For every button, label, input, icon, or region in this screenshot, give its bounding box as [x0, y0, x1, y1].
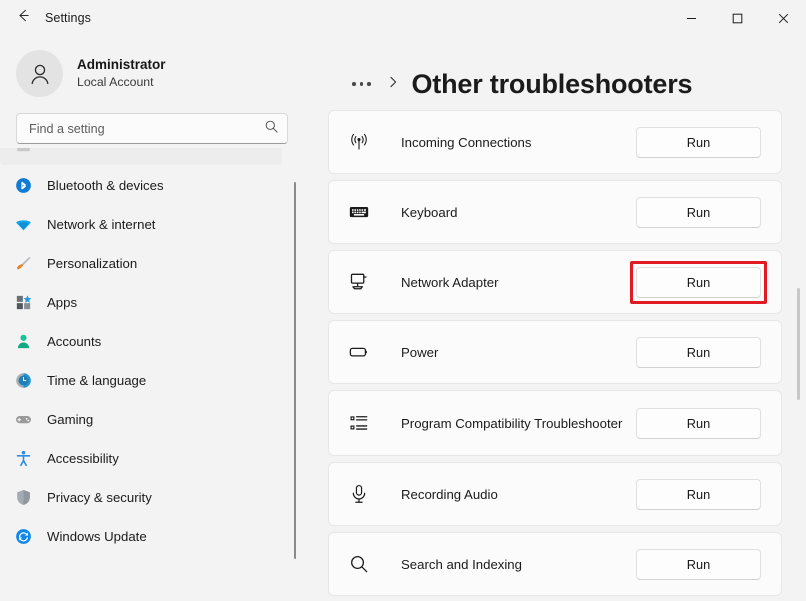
gamepad-icon — [14, 410, 33, 429]
sidebar-item-partial[interactable] — [0, 148, 282, 165]
sidebar-item-network-internet[interactable]: Network & internet — [0, 205, 282, 243]
troubleshooter-label: Program Compatibility Troubleshooter — [401, 415, 623, 431]
breadcrumb: Other troubleshooters — [304, 36, 806, 110]
sidebar-item-time-language[interactable]: Time & language — [0, 361, 282, 399]
sidebar-item-label: Accounts — [47, 333, 102, 349]
account-name: Administrator — [77, 57, 166, 72]
close-button[interactable] — [760, 0, 806, 36]
back-button[interactable] — [6, 3, 40, 33]
troubleshooter-card: Recording Audio Run — [328, 462, 782, 526]
troubleshooter-card: Power Run — [328, 320, 782, 384]
sidebar-item-accessibility[interactable]: Accessibility — [0, 439, 282, 477]
troubleshooter-label: Keyboard — [401, 204, 458, 220]
settings-window: Settings Administrator Local Account Fin… — [0, 0, 806, 601]
sidebar-item-label: Gaming — [47, 411, 94, 427]
clock-icon — [14, 371, 33, 390]
battery-icon — [347, 340, 371, 364]
magnifier-icon — [347, 552, 371, 576]
apps-icon — [14, 293, 33, 312]
search-input[interactable] — [29, 121, 264, 136]
shield-icon — [14, 488, 33, 507]
sidebar-item-label: Windows Update — [47, 528, 147, 544]
window-title: Settings — [45, 11, 91, 25]
sidebar-scrollbar[interactable] — [294, 148, 296, 601]
title-bar: Settings — [0, 0, 806, 36]
maximize-icon — [732, 13, 742, 23]
update-refresh-icon — [14, 527, 33, 546]
person-avatar-icon — [31, 64, 48, 84]
list-bullets-icon — [347, 411, 371, 435]
microphone-icon — [347, 482, 371, 506]
paintbrush-icon — [14, 254, 33, 273]
sidebar-item-bluetooth-devices[interactable]: Bluetooth & devices — [0, 166, 282, 204]
avatar — [16, 50, 63, 97]
highlighted-run-button-wrapper: Run — [630, 260, 767, 304]
window-body: Administrator Local Account Bluetooth & … — [0, 36, 806, 601]
minimize-button[interactable] — [668, 0, 714, 36]
sidebar: Administrator Local Account Bluetooth & … — [0, 36, 304, 601]
network-adapter-monitor-icon — [347, 270, 371, 294]
dot-icon — [352, 82, 356, 86]
run-button[interactable]: Run — [636, 126, 761, 158]
run-button[interactable]: Run — [636, 548, 761, 580]
main-content: Other troubleshooters Incoming Connectio… — [304, 36, 806, 601]
content-scrollbar-thumb[interactable] — [797, 288, 800, 400]
sidebar-item-personalization[interactable]: Personalization — [0, 244, 282, 282]
troubleshooter-card: Search and Indexing Run — [328, 532, 782, 596]
sidebar-item-gaming[interactable]: Gaming — [0, 400, 282, 438]
troubleshooter-card: Keyboard Run — [328, 180, 782, 244]
troubleshooter-scroll-area[interactable]: Incoming Connections Run Keyboard Run Networ… — [304, 110, 806, 601]
chevron-right-icon — [388, 75, 399, 94]
account-summary[interactable]: Administrator Local Account — [0, 36, 304, 109]
dot-icon — [359, 82, 363, 86]
troubleshooter-label: Power — [401, 344, 439, 360]
sidebar-item-label: Time & language — [47, 372, 147, 388]
back-arrow-icon — [16, 8, 31, 28]
troubleshooter-label: Recording Audio — [401, 486, 498, 502]
sidebar-item-label: Privacy & security — [47, 489, 152, 505]
troubleshooter-card: Program Compatibility Troubleshooter Run — [328, 390, 782, 456]
breadcrumb-overflow-button[interactable] — [348, 78, 375, 90]
search-icon — [264, 119, 279, 139]
sidebar-scrollbar-thumb[interactable] — [294, 182, 296, 559]
sidebar-item-apps[interactable]: Apps — [0, 283, 282, 321]
troubleshooter-label: Search and Indexing — [401, 556, 522, 572]
troubleshooter-label: Network Adapter — [401, 274, 499, 290]
sidebar-item-windows-update[interactable]: Windows Update — [0, 517, 282, 555]
sidebar-item-label: Accessibility — [47, 450, 119, 466]
partial-item-icon — [14, 148, 33, 156]
accounts-person-icon — [14, 332, 33, 351]
minimize-icon — [686, 17, 696, 19]
page-title: Other troubleshooters — [411, 69, 693, 99]
troubleshooter-card: Network Adapter Run — [328, 250, 782, 314]
keyboard-icon — [347, 200, 371, 224]
wifi-icon — [14, 215, 33, 234]
content-scrollbar[interactable] — [797, 110, 800, 601]
troubleshooter-card: Incoming Connections Run — [328, 110, 782, 174]
maximize-button[interactable] — [714, 0, 760, 36]
sidebar-item-label: Personalization — [47, 255, 138, 271]
sidebar-item-label: Apps — [47, 294, 78, 310]
account-type: Local Account — [77, 75, 154, 89]
window-controls — [668, 0, 806, 36]
sidebar-item-privacy-security[interactable]: Privacy & security — [0, 478, 282, 516]
sidebar-nav[interactable]: Bluetooth & devices Network & internet Per… — [0, 148, 304, 601]
search-box[interactable] — [16, 113, 288, 144]
sidebar-item-accounts[interactable]: Accounts — [0, 322, 282, 360]
run-button[interactable]: Run — [636, 196, 761, 228]
sidebar-item-label: Bluetooth & devices — [47, 177, 164, 193]
run-button[interactable]: Run — [636, 266, 761, 298]
sidebar-item-label: Network & internet — [47, 216, 156, 232]
troubleshooter-label: Incoming Connections — [401, 134, 532, 150]
broadcast-signal-icon — [347, 130, 371, 154]
bluetooth-icon — [14, 176, 33, 195]
dot-icon — [367, 82, 371, 86]
run-button[interactable]: Run — [636, 407, 761, 439]
account-text: Administrator Local Account — [77, 56, 166, 91]
run-button[interactable]: Run — [636, 336, 761, 368]
close-icon — [778, 13, 788, 23]
accessibility-person-icon — [14, 449, 33, 468]
run-button[interactable]: Run — [636, 478, 761, 510]
